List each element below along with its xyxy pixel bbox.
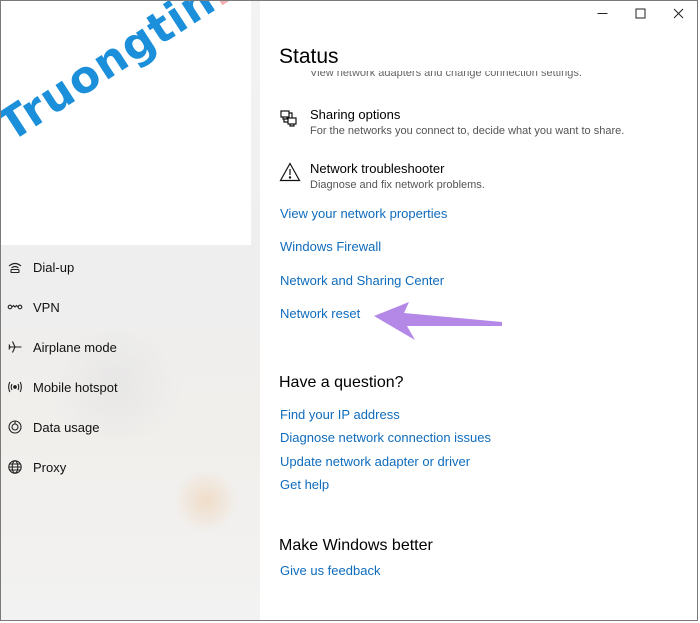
nav-item-label: VPN	[33, 299, 60, 315]
nav-item-label: Dial-up	[33, 259, 75, 275]
have-a-question-heading: Have a question?	[279, 374, 404, 391]
sharing-options-desc: For the networks you connect to, decide …	[310, 125, 625, 137]
maximize-button[interactable]	[621, 1, 659, 25]
view-network-properties-link[interactable]: View your network properties	[280, 206, 447, 221]
network-troubleshooter-item[interactable]: Network troubleshooter Diagnose and fix …	[279, 161, 485, 193]
nav-item-data-usage[interactable]: Data usage	[1, 407, 260, 447]
data-usage-icon	[7, 419, 23, 435]
make-windows-better-heading: Make Windows better	[279, 537, 433, 554]
close-button[interactable]	[659, 1, 697, 25]
airplane-icon	[7, 339, 23, 355]
sharing-options-item[interactable]: Sharing options For the networks you con…	[279, 107, 624, 139]
minimize-button[interactable]	[583, 1, 621, 25]
sharing-icon	[279, 107, 301, 129]
warning-icon	[279, 161, 301, 183]
get-help-link[interactable]: Get help	[280, 477, 329, 492]
globe-icon	[7, 459, 23, 475]
network-troubleshooter-desc: Diagnose and fix network problems.	[310, 179, 485, 191]
network-sharing-center-link[interactable]: Network and Sharing Center	[280, 273, 444, 288]
watermark-area: Truongtin.top	[1, 1, 251, 245]
update-adapter-driver-link[interactable]: Update network adapter or driver	[280, 454, 470, 469]
annotation-arrow	[374, 302, 502, 340]
network-reset-link[interactable]: Network reset	[280, 306, 360, 321]
give-feedback-link[interactable]: Give us feedback	[280, 563, 380, 578]
vpn-icon	[7, 299, 23, 315]
nav-item-label: Mobile hotspot	[33, 379, 118, 395]
window-controls	[583, 1, 697, 25]
nav-item-label: Airplane mode	[33, 339, 117, 355]
close-icon	[673, 8, 683, 18]
watermark-logo: Truongtin.top	[1, 1, 251, 152]
nav-item-vpn[interactable]: VPN	[1, 287, 260, 327]
settings-window: Truongtin.top Dial-up	[0, 0, 698, 621]
dial-up-icon	[7, 259, 23, 275]
network-troubleshooter-title: Network troubleshooter	[310, 161, 445, 176]
nav-item-label: Data usage	[33, 419, 100, 435]
page-title: Status	[279, 45, 339, 68]
nav-list: Dial-up VPN Airplane mode Mobile hotspot…	[1, 247, 260, 487]
find-ip-address-link[interactable]: Find your IP address	[280, 407, 400, 422]
nav-item-proxy[interactable]: Proxy	[1, 447, 260, 487]
diagnose-connection-link[interactable]: Diagnose network connection issues	[280, 430, 491, 445]
maximize-icon	[635, 8, 645, 18]
windows-firewall-link[interactable]: Windows Firewall	[280, 239, 381, 254]
nav-item-airplane-mode[interactable]: Airplane mode	[1, 327, 260, 367]
hotspot-icon	[7, 379, 23, 395]
cutoff-description: View network adapters and change connect…	[310, 71, 582, 79]
nav-item-dial-up[interactable]: Dial-up	[1, 247, 260, 287]
watermark-main-text: Truongtin	[1, 1, 225, 152]
nav-item-mobile-hotspot[interactable]: Mobile hotspot	[1, 367, 260, 407]
nav-item-label: Proxy	[33, 459, 67, 475]
left-nav-pane: Truongtin.top Dial-up	[1, 1, 260, 620]
minimize-icon	[597, 12, 607, 14]
sharing-options-title: Sharing options	[310, 107, 401, 122]
